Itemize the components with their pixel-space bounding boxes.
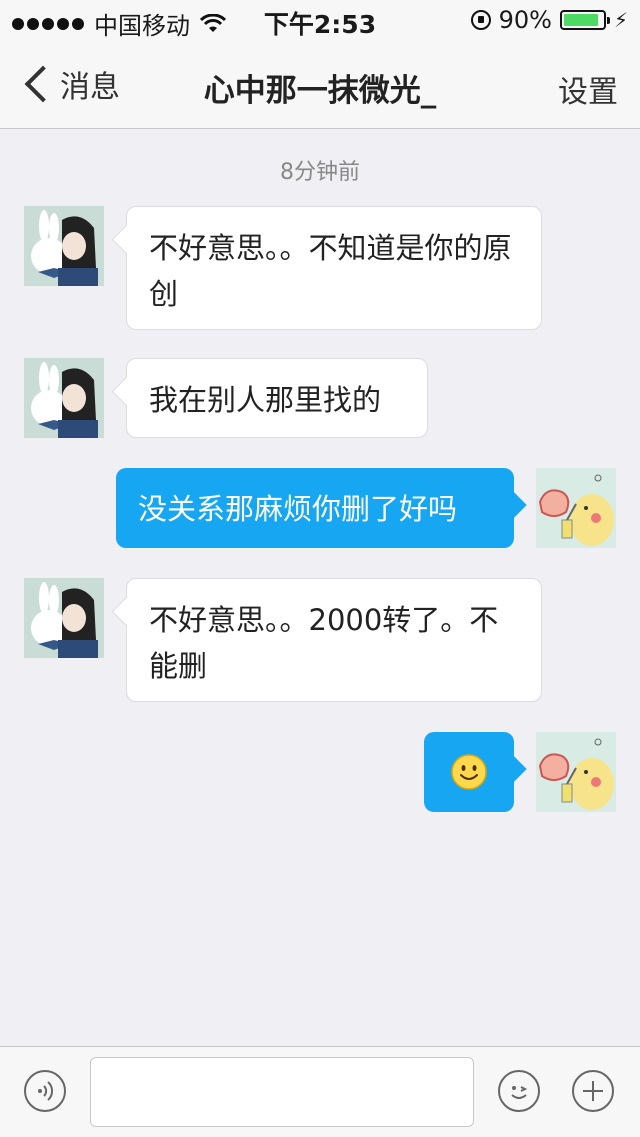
contact-avatar[interactable] (24, 206, 104, 286)
message-bubble-outgoing[interactable]: 没关系那麻烦你删了好吗 (116, 468, 514, 548)
orientation-lock-icon (470, 10, 491, 30)
emoji-button[interactable] (498, 1070, 540, 1112)
voice-icon (38, 1081, 54, 1101)
message-bubble-outgoing[interactable] (424, 732, 514, 812)
user-avatar[interactable] (536, 732, 616, 812)
emoji-icon (511, 1086, 528, 1099)
settings-button[interactable]: 设置 (558, 67, 618, 111)
message-bubble-incoming[interactable]: 我在别人那里找的 (126, 358, 428, 438)
message-bubble-incoming[interactable]: 不好意思。。不知道是你的原创 (126, 206, 542, 330)
message-text: 不好意思。。不知道是你的原创 (149, 231, 512, 311)
battery-fill (563, 14, 598, 26)
charging-icon: ⚡ (613, 8, 628, 32)
user-avatar[interactable] (536, 468, 616, 548)
message-bubble-incoming[interactable]: 不好意思。。2000转了。不能删 (126, 578, 542, 702)
nav-bar: 消息 心中那一抹微光_ 设置 (0, 40, 640, 129)
message-text: 没关系那麻烦你删了好吗 (138, 492, 458, 526)
plus-button[interactable] (572, 1070, 614, 1112)
chat-title: 心中那一抹微光_ (203, 73, 437, 109)
message-input[interactable] (90, 1057, 474, 1127)
battery-percent: 90% (498, 6, 552, 34)
message-text: 我在别人那里找的 (149, 383, 382, 417)
message-text: 不好意思。。2000转了。不能删 (149, 603, 499, 683)
status-right: 90% ⚡ (470, 6, 628, 34)
voice-button[interactable] (24, 1070, 66, 1112)
status-bar: 中国移动 下午2:53 90% ⚡ (0, 0, 640, 40)
contact-avatar[interactable] (24, 358, 104, 438)
smiley-emoji-icon (451, 754, 487, 790)
battery-icon (559, 10, 610, 30)
input-bar (0, 1046, 640, 1137)
plus-icon (583, 1081, 603, 1101)
message-timestamp: 8分钟前 (280, 160, 360, 185)
contact-avatar[interactable] (24, 578, 104, 658)
